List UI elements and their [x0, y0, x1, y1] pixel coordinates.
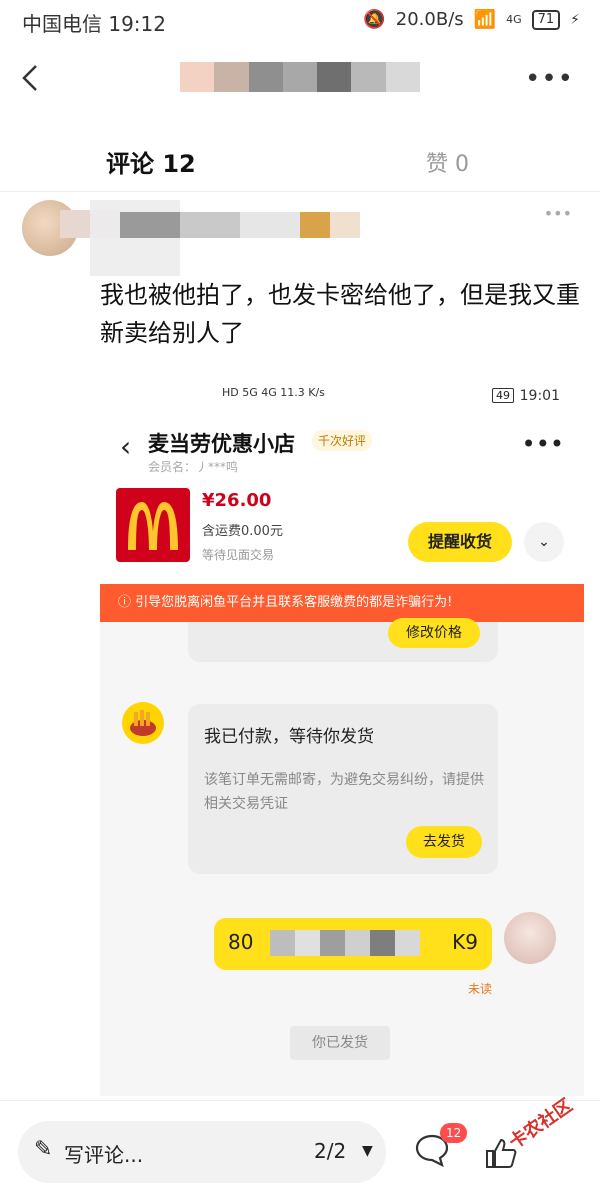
payment-message-desc: 该笔订单无需邮寄，为避免交易纠纷，请提供相关交易凭证: [204, 772, 484, 812]
comment-more-icon[interactable]: •••: [544, 204, 572, 223]
pencil-icon: ✎: [34, 1137, 53, 1162]
battery-level: 71: [531, 9, 561, 30]
embedded-status-icons: HD 5G 4G 11.3 K/s: [222, 386, 325, 399]
comment-count-badge: 12: [440, 1123, 468, 1143]
charging-icon: ⚡: [570, 11, 580, 28]
mcdonalds-logo: [116, 488, 190, 562]
modify-price-button[interactable]: 修改价格: [388, 618, 480, 648]
blurred-username: [60, 200, 360, 276]
embedded-back-icon[interactable]: ‹: [120, 430, 131, 463]
tab-likes[interactable]: 赞 0: [426, 146, 469, 178]
status-icons: 🔕 20.0B/s 📶 4G 71 ⚡: [363, 9, 580, 30]
shipping-fee: 含运费0.00元: [202, 524, 283, 539]
go-ship-button[interactable]: 去发货: [406, 826, 482, 858]
chevron-down-icon[interactable]: ⌄: [524, 522, 564, 562]
embedded-more-icon[interactable]: •••: [522, 430, 564, 458]
code-mosaic: [270, 930, 420, 956]
embedded-time: 19:01: [519, 388, 560, 404]
order-price: ¥26.00: [202, 490, 272, 511]
comment-input[interactable]: ✎ 写评论... 2/2 ▼: [18, 1121, 386, 1183]
comment-text: 我也被他拍了，也发卡密给他了，但是我又重新卖给别人了: [100, 281, 580, 347]
shop-name: 麦当劳优惠小店: [148, 432, 295, 456]
chevron-left-icon[interactable]: [12, 58, 52, 98]
network-speed: 20.0B/s: [395, 9, 464, 30]
comment-input-label: 写评论...: [64, 1143, 144, 1167]
unread-label: 未读: [468, 982, 493, 996]
network-type: 4G: [506, 13, 522, 26]
remind-receipt-button[interactable]: 提醒收货: [408, 522, 512, 562]
card-code-message: 80 K9: [214, 918, 492, 970]
shipped-notice: 你已发货: [290, 1026, 390, 1060]
seller-avatar[interactable]: [122, 702, 164, 744]
top-nav: •••: [0, 50, 600, 110]
embedded-status-bar: HD 5G 4G 11.3 K/s 49 19:01: [100, 376, 584, 416]
mute-icon: 🔕: [363, 9, 386, 30]
carrier-time: 中国电信 19:12: [22, 12, 166, 36]
code-end: K9: [452, 930, 478, 954]
status-bar: 中国电信 19:12 🔕 20.0B/s 📶 4G 71 ⚡: [0, 0, 600, 42]
code-start: 80: [228, 930, 254, 954]
order-header: ‹ 麦当劳优惠小店 千次好评 会员名：丿***鸣 ••• ¥26.00 含运费0…: [100, 416, 584, 584]
wifi-icon: 📶: [473, 9, 497, 30]
tab-comments[interactable]: 评论 12: [106, 144, 196, 179]
caret-down-icon[interactable]: ▼: [362, 1143, 373, 1159]
fraud-warning-bar: ⓘ 引导您脱离闲鱼平台并且联系客服缴费的都是诈骗行为!: [100, 584, 584, 622]
blurred-title: [180, 62, 420, 92]
tab-bar: 评论 12 赞 0: [0, 128, 600, 192]
trade-state: 等待见面交易: [202, 548, 275, 562]
embedded-battery: 49: [492, 388, 514, 403]
bottom-bar: ✎ 写评论... 2/2 ▼ 12: [0, 1100, 600, 1200]
page-indicator[interactable]: 2/2: [314, 1139, 346, 1163]
payment-message-title: 我已付款，等待你发货: [204, 727, 374, 747]
member-name: 会员名：丿***鸣: [148, 460, 239, 474]
my-avatar[interactable]: [504, 912, 556, 964]
shop-rating-badge: 千次好评: [312, 430, 373, 451]
embedded-screenshot: HD 5G 4G 11.3 K/s 49 19:01 ‹ 麦当劳优惠小店 千次好…: [100, 376, 584, 1096]
more-icon[interactable]: •••: [525, 64, 574, 94]
